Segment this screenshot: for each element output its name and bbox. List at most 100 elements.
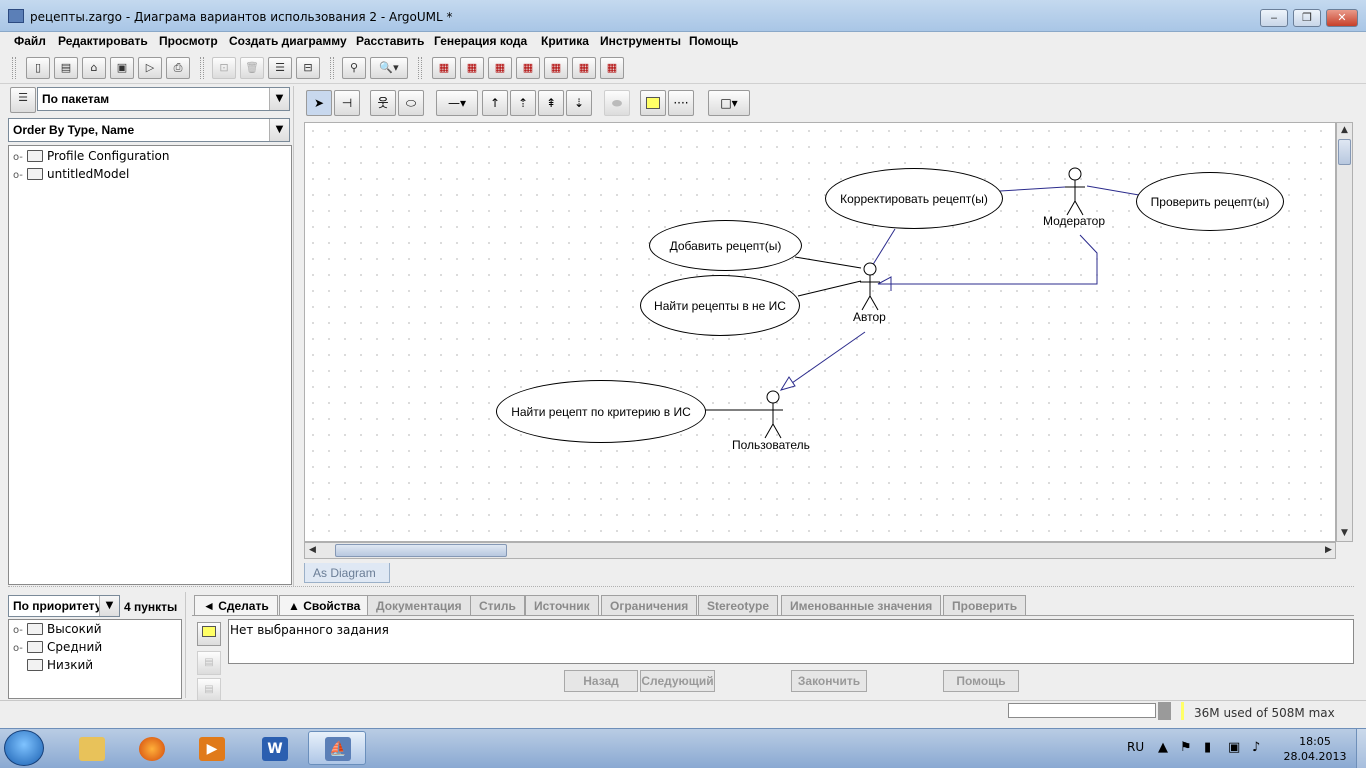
tab-checklist[interactable]: Проверить <box>943 595 1027 616</box>
tray-expand-icon[interactable]: ▲ <box>1158 740 1168 755</box>
tree-item-profile-configuration[interactable]: o- Profile Configuration <box>13 149 170 167</box>
usecase-check-recipes[interactable]: Проверить рецепт(ы) <box>1136 172 1284 231</box>
new-from-template-icon[interactable]: ▤ <box>54 57 78 79</box>
menu-create-diagram[interactable]: Создать диаграмму <box>229 34 347 48</box>
assoc-edit-moderator[interactable] <box>999 186 1066 192</box>
close-button[interactable]: ✕ <box>1326 9 1358 27</box>
new-todo-icon[interactable] <box>197 622 221 646</box>
explorer-config-icon[interactable]: ☰ <box>10 87 36 113</box>
splitter-vertical[interactable] <box>185 592 190 698</box>
usecase-tool-icon[interactable]: ⬭ <box>398 90 424 116</box>
snooze-todo-icon[interactable]: ▤ <box>197 678 221 702</box>
toolbar-grip[interactable] <box>330 57 334 79</box>
help-button[interactable]: Помощь <box>943 670 1019 692</box>
scroll-left-icon[interactable]: ◀ <box>305 543 320 558</box>
save-as-icon[interactable]: ▷ <box>138 57 162 79</box>
taskbar-explorer[interactable] <box>62 731 120 765</box>
menu-view[interactable]: Просмотр <box>159 34 218 48</box>
restore-button[interactable]: ❐ <box>1293 9 1321 27</box>
diagram-canvas[interactable]: Корректировать рецепт(ы) Проверить рецеп… <box>304 122 1336 542</box>
generalization-moderator-author[interactable] <box>891 234 1098 285</box>
dependency-tool-icon[interactable]: ↑ <box>482 90 508 116</box>
save-project-icon[interactable]: ▣ <box>110 57 134 79</box>
back-button[interactable]: Назад <box>564 670 638 692</box>
zoom-dropdown-icon[interactable]: 🔍▾ <box>370 57 408 79</box>
splitter-horizontal[interactable] <box>8 586 1354 591</box>
tab-properties[interactable]: ▲ Свойства <box>279 595 370 616</box>
taskbar-media-player[interactable]: ▶ <box>182 731 240 765</box>
next-button[interactable]: Следующий <box>640 670 715 692</box>
tab-todo[interactable]: ◄ Сделать <box>194 595 278 616</box>
horizontal-scroll-thumb[interactable] <box>335 544 507 557</box>
toolbar-grip[interactable] <box>200 57 204 79</box>
tree-expand-icon[interactable]: o- <box>13 152 27 163</box>
menu-arrange[interactable]: Расставить <box>356 34 424 48</box>
actor-tool-icon[interactable]: 웃 <box>370 90 396 116</box>
safely-remove-icon[interactable]: ▮ <box>1204 740 1211 755</box>
note-link-tool-icon[interactable]: ···· <box>668 90 694 116</box>
tab-tagged-values[interactable]: Именованные значения <box>781 595 942 616</box>
menu-file[interactable]: Файл <box>14 34 46 48</box>
tab-style[interactable]: Стиль <box>470 595 525 616</box>
delete-icon[interactable]: 🗑 <box>240 57 264 79</box>
new-class-diagram-icon[interactable]: ▦ <box>460 57 484 79</box>
vertical-scrollbar[interactable]: ▲ ▼ <box>1336 122 1353 542</box>
taskbar-argouml[interactable]: ⛵ <box>308 731 366 765</box>
generalization-author-user[interactable] <box>791 331 866 384</box>
toolbar-grip[interactable] <box>418 57 422 79</box>
actor-user[interactable] <box>763 390 783 439</box>
tab-source[interactable]: Источник <box>525 595 599 616</box>
action-center-flag-icon[interactable]: ⚑ <box>1180 740 1192 755</box>
boundary-tool-icon[interactable]: ⬬ <box>604 90 630 116</box>
new-sequence-diagram-icon[interactable]: ▦ <box>488 57 512 79</box>
scroll-down-icon[interactable]: ▼ <box>1337 526 1352 541</box>
include-tool-icon[interactable]: ⇣ <box>566 90 592 116</box>
distribute-icon[interactable]: ⊟ <box>296 57 320 79</box>
finish-button[interactable]: Закончить <box>791 670 867 692</box>
assoc-add-author[interactable] <box>794 256 862 269</box>
open-project-icon[interactable]: ⌂ <box>82 57 106 79</box>
assoc-find-author[interactable] <box>797 280 862 297</box>
splitter-vertical[interactable] <box>293 86 299 586</box>
scroll-right-icon[interactable]: ▶ <box>1321 543 1336 558</box>
assoc-moderator-check[interactable] <box>1086 185 1140 196</box>
note-tool-icon[interactable] <box>640 90 666 116</box>
taskbar-firefox[interactable] <box>122 731 180 765</box>
network-icon[interactable]: ▣ <box>1228 740 1240 755</box>
new-usecase-diagram-icon[interactable]: ▦ <box>432 57 456 79</box>
order-select[interactable]: Order By Type, Name ▼ <box>8 118 290 142</box>
tab-stereotype[interactable]: Stereotype <box>698 595 779 616</box>
taskbar-word[interactable]: W <box>245 731 303 765</box>
generalization-tool-icon[interactable]: ⇡ <box>510 90 536 116</box>
tree-expand-icon[interactable]: o- <box>13 643 27 654</box>
usecase-find-by-criteria[interactable]: Найти рецепт по критерию в ИС <box>496 380 706 443</box>
new-project-icon[interactable]: ▯ <box>26 57 50 79</box>
todo-priority-high[interactable]: o- Высокий <box>13 622 102 640</box>
tree-expand-icon[interactable]: o- <box>13 170 27 181</box>
tab-as-diagram[interactable]: As Diagram <box>304 563 390 583</box>
menu-generation[interactable]: Генерация кода <box>434 34 527 48</box>
menu-critique[interactable]: Критика <box>541 34 589 48</box>
print-icon[interactable]: ⎙ <box>166 57 190 79</box>
menu-help[interactable]: Помощь <box>689 34 738 48</box>
tab-constraints[interactable]: Ограничения <box>601 595 698 616</box>
usecase-add-recipes[interactable]: Добавить рецепт(ы) <box>649 220 802 271</box>
resolve-todo-icon[interactable]: ▤ <box>197 651 221 675</box>
toolbar-grip[interactable] <box>12 57 16 79</box>
show-desktop-button[interactable] <box>1356 729 1366 768</box>
vertical-scroll-thumb[interactable] <box>1338 139 1351 165</box>
usecase-find-recipes[interactable]: Найти рецепты в не ИС <box>640 275 800 336</box>
new-activity-diagram-icon[interactable]: ▦ <box>572 57 596 79</box>
minimize-button[interactable]: ‒ <box>1260 9 1288 27</box>
extend-tool-icon[interactable]: ⇞ <box>538 90 564 116</box>
todo-order-select[interactable]: По приоритету ▼ <box>8 595 120 617</box>
volume-icon[interactable]: ♪ <box>1252 740 1260 755</box>
perspective-select[interactable]: По пакетам ▼ <box>37 87 290 111</box>
new-statechart-diagram-icon[interactable]: ▦ <box>544 57 568 79</box>
menu-edit[interactable]: Редактировать <box>58 34 148 48</box>
scroll-up-icon[interactable]: ▲ <box>1337 123 1352 138</box>
menu-tools[interactable]: Инструменты <box>600 34 681 48</box>
todo-priority-low[interactable]: Низкий <box>13 658 93 676</box>
usecase-edit-recipes[interactable]: Корректировать рецепт(ы) <box>825 168 1003 229</box>
system-clock[interactable]: 18:05 28.04.2013 <box>1280 734 1350 764</box>
